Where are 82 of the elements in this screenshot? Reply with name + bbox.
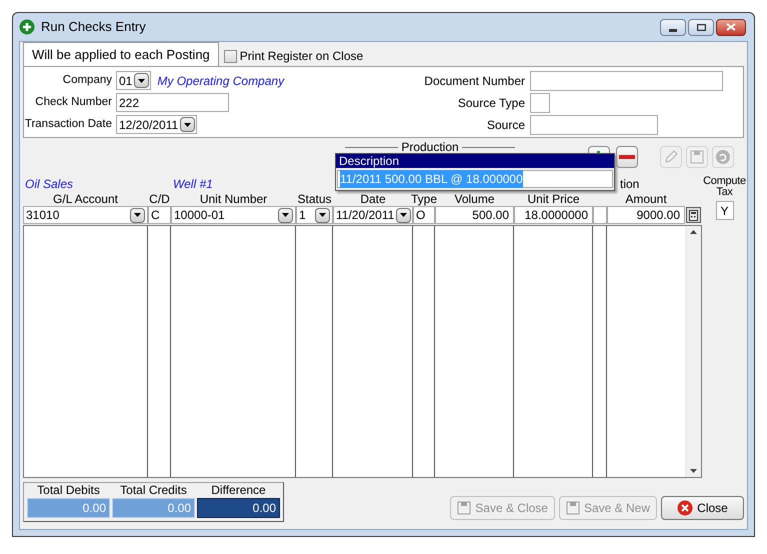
- tab[interactable]: Will be applied to each Posting: [23, 42, 219, 66]
- plus-icon: [19, 19, 35, 35]
- caret-icon: [134, 213, 141, 217]
- text-field[interactable]: [530, 115, 658, 135]
- scroll-up-icon: [690, 230, 696, 234]
- column-header: Date: [360, 193, 386, 205]
- caret-icon: [282, 213, 289, 217]
- company-name: My Operating Company: [157, 72, 284, 90]
- text-field[interactable]: 222: [116, 93, 229, 112]
- text-field[interactable]: [593, 206, 607, 224]
- text-field[interactable]: Y: [716, 201, 734, 220]
- window-title: Run Checks Entry: [41, 18, 146, 36]
- column-caption: tion: [619, 178, 640, 190]
- number-field[interactable]: 18.0000000: [514, 206, 593, 224]
- column-header: C/D: [149, 193, 170, 205]
- minus-icon: [619, 154, 635, 160]
- column-caption: Well #1: [172, 178, 213, 190]
- column-header: G/L Account: [53, 193, 118, 205]
- checkbox[interactable]: [224, 50, 237, 62]
- field-label: Source Type: [456, 95, 526, 112]
- dropdown-button[interactable]: [180, 117, 196, 132]
- close-button[interactable]: Close: [661, 496, 744, 520]
- remove-button[interactable]: [616, 146, 638, 168]
- combo-field[interactable]: 11/20/2011: [333, 206, 413, 224]
- minimize-icon: [669, 28, 677, 32]
- column-header: Unit Number: [200, 193, 268, 205]
- text-field[interactable]: [530, 71, 723, 91]
- field-label: Transaction Date: [24, 116, 113, 132]
- column-caption: Oil Sales: [24, 178, 74, 190]
- floppy-icon: [690, 150, 704, 164]
- total-value: 0.00: [112, 498, 195, 518]
- number-field[interactable]: 500.00: [435, 206, 514, 224]
- number-field[interactable]: 9000.00: [607, 206, 685, 224]
- close-icon: [677, 500, 694, 516]
- dropdown-button[interactable]: [134, 73, 150, 88]
- close-button[interactable]: [716, 18, 746, 36]
- group-label: Production: [400, 141, 460, 153]
- minimize-button[interactable]: [660, 18, 686, 36]
- dropdown-button[interactable]: [278, 208, 293, 222]
- field-label: Source: [486, 117, 526, 134]
- text-field[interactable]: O: [413, 206, 435, 224]
- combo-field[interactable]: 01: [116, 71, 152, 90]
- combo-field[interactable]: 31010: [23, 206, 148, 224]
- calculator-button[interactable]: [686, 207, 701, 223]
- dropdown-button[interactable]: [130, 208, 145, 222]
- column-header: Unit Price: [527, 193, 580, 205]
- total-label: Total Debits: [37, 483, 100, 498]
- close-icon: [726, 23, 736, 31]
- column-header: Amount: [625, 193, 667, 205]
- text-field[interactable]: C: [148, 206, 171, 224]
- field-label: Check Number: [34, 94, 113, 110]
- caret-icon: [400, 213, 408, 217]
- caret-icon: [184, 122, 192, 126]
- caret-icon: [138, 78, 146, 82]
- column-header: Volume: [454, 193, 495, 205]
- floppy-icon: [566, 501, 580, 515]
- dropdown-button[interactable]: [396, 208, 412, 222]
- field-label: Company: [62, 72, 113, 88]
- field-label: Document Number: [423, 73, 526, 90]
- checkbox-label: Print Register on Close: [240, 48, 364, 65]
- text-field[interactable]: [530, 93, 550, 113]
- calculator-icon: [689, 210, 698, 220]
- caret-icon: [319, 213, 326, 217]
- maximize-button[interactable]: [688, 18, 714, 36]
- combo-field[interactable]: 12/20/2011: [116, 115, 198, 134]
- scroll-down-icon: [690, 469, 696, 473]
- column-header: Status: [297, 193, 332, 205]
- total-label: Total Credits: [120, 483, 187, 498]
- popup-header: Description: [336, 154, 614, 168]
- maximize-icon: [696, 24, 706, 30]
- pencil-icon: [664, 150, 678, 164]
- undo-icon: [715, 149, 731, 165]
- column-header: Type: [411, 193, 438, 205]
- combo-field[interactable]: 10000-01: [171, 206, 296, 224]
- dropdown-button[interactable]: [315, 208, 330, 222]
- total-label: Difference: [211, 483, 266, 498]
- combo-field[interactable]: 1: [296, 206, 333, 224]
- total-value: 0.00: [27, 498, 110, 518]
- scrollbar[interactable]: [685, 226, 701, 477]
- total-value: 0.00: [197, 498, 280, 518]
- column-header: Compute Tax: [703, 176, 746, 198]
- floppy-icon: [457, 501, 472, 515]
